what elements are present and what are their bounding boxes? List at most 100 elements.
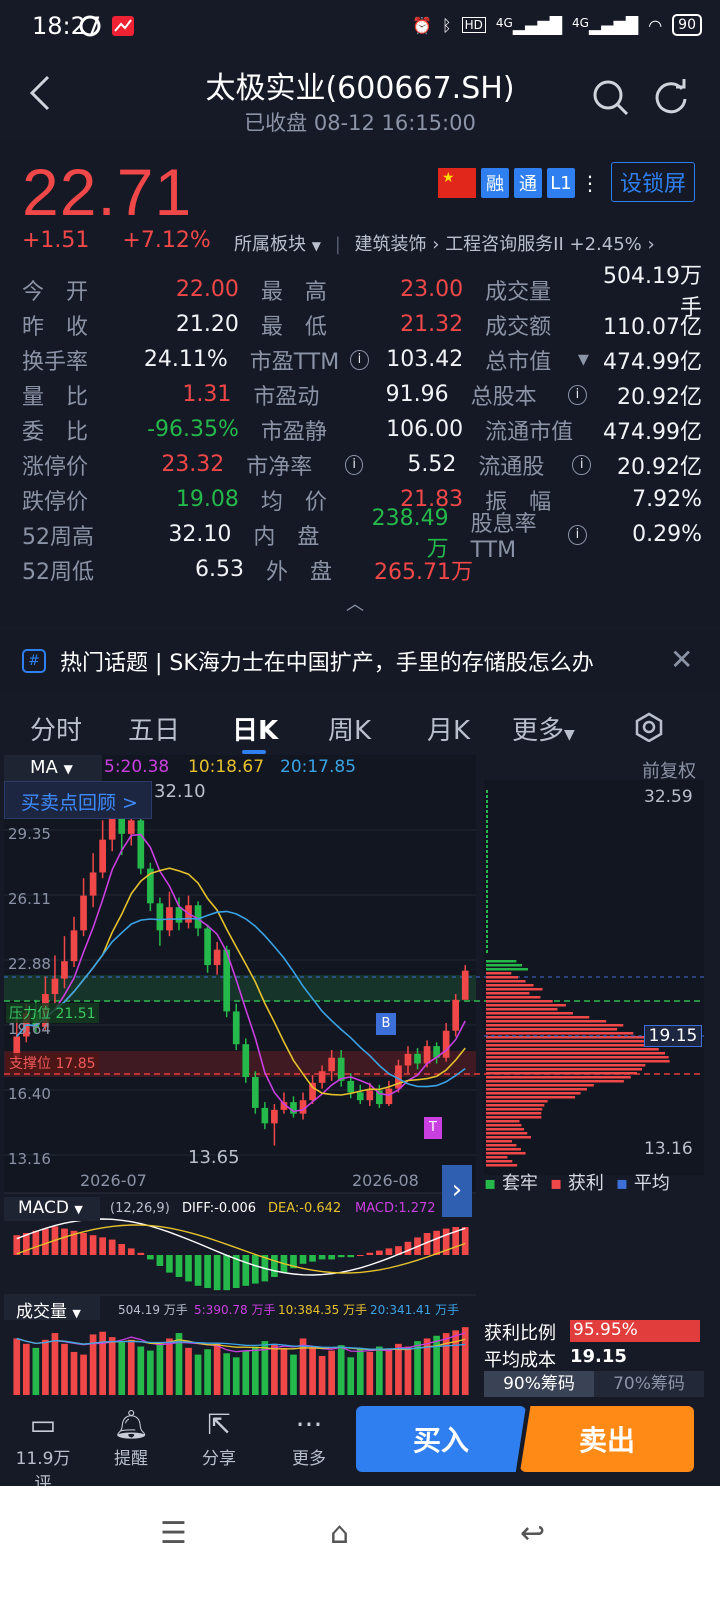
macd-selector[interactable]: MACD ▼ xyxy=(4,1197,100,1221)
xlabel-aug: 2026-08 xyxy=(352,1171,419,1190)
info-icon[interactable]: i xyxy=(567,524,587,545)
candle-body xyxy=(442,1030,450,1058)
macd-bar xyxy=(213,1255,221,1291)
chip-average-price: 19.15 xyxy=(644,1025,702,1047)
more-button[interactable]: ··· 更多 xyxy=(274,1408,344,1469)
quote-value: 24.11% xyxy=(143,347,228,372)
chip-bar xyxy=(486,1104,545,1107)
chip-90-tab[interactable]: 90%筹码 xyxy=(484,1371,594,1397)
trade-review-button[interactable]: 买卖点回顾 > xyxy=(4,781,152,819)
caret-down-icon[interactable]: ▾ xyxy=(578,347,589,372)
tab-monthly-k[interactable]: 月K xyxy=(427,710,470,747)
back-icon[interactable]: ↩ xyxy=(520,1516,545,1551)
volume-bar xyxy=(137,1346,145,1395)
chip-bar xyxy=(486,996,541,999)
sell-button[interactable]: 卖出 xyxy=(520,1406,694,1472)
chip-bar xyxy=(486,1032,634,1035)
quote-value: 103.42 xyxy=(386,347,464,372)
quote-label: 市盈动 xyxy=(253,384,320,410)
tab-five-day[interactable]: 五日 xyxy=(128,710,180,747)
macd-bar xyxy=(61,1228,68,1255)
chart-settings-button[interactable] xyxy=(634,712,664,746)
chip-bar xyxy=(486,1052,665,1055)
macd-bar xyxy=(433,1230,440,1255)
lock-screen-button[interactable]: 设锁屏 xyxy=(611,162,695,202)
hot-topic-banner[interactable]: # 热门话题 | SK海力士在中国扩产，手里的存储股怎么办 ✕ xyxy=(0,631,720,691)
legend-trapped: ▪ 套牢 xyxy=(484,1173,538,1194)
chip-bar-thin xyxy=(486,805,488,808)
collapse-up-icon[interactable]: ︿ xyxy=(346,590,364,616)
chip-bar-thin xyxy=(486,945,488,948)
quote-value: 19.08 xyxy=(175,487,239,512)
stock-header: 太极实业(600667.SH) 已收盘 08-12 16:15:00 xyxy=(0,55,720,137)
chip-70-tab[interactable]: 70%筹码 xyxy=(594,1371,704,1397)
search-icon xyxy=(593,80,629,116)
comments-button[interactable]: ▭ 11.9万评 xyxy=(8,1408,78,1494)
chip-bar-thin xyxy=(486,930,488,933)
sector-1[interactable]: 建筑装饰 xyxy=(355,234,427,255)
share-button[interactable]: ⇱ 分享 xyxy=(184,1408,254,1469)
sector-info[interactable]: 所属板块 ▼ | 建筑装饰 › 工程咨询服务II +2.45% › xyxy=(234,230,655,256)
adjust-mode[interactable]: 前复权 xyxy=(642,757,696,783)
info-icon[interactable]: i xyxy=(350,349,369,370)
more-vertical-icon[interactable]: ⋮ xyxy=(580,173,600,193)
high-price-mark: 32.10 xyxy=(154,781,206,802)
info-icon[interactable]: i xyxy=(572,454,591,475)
chip-bar xyxy=(486,1024,624,1027)
tab-more[interactable]: 更多▼ xyxy=(512,710,575,747)
chip-bar-thin xyxy=(486,865,488,868)
chip-bar-thin xyxy=(486,855,488,858)
candle-body xyxy=(99,839,106,873)
candle-body xyxy=(423,1046,431,1064)
macd-bar xyxy=(309,1255,316,1262)
wifi-icon: ◠ xyxy=(648,15,663,35)
quote-row: 涨停价 23.32 市净率 i 5.52 流通股 i 20.92亿 xyxy=(22,447,702,482)
quote-label: 昨 收 xyxy=(22,314,89,340)
volume-bar xyxy=(271,1343,278,1395)
candle-body xyxy=(232,1011,240,1045)
tab-intraday[interactable]: 分时 xyxy=(30,710,82,747)
search-button[interactable] xyxy=(592,79,630,121)
close-icon[interactable]: ✕ xyxy=(670,643,693,676)
chip-bar-thin xyxy=(486,850,488,853)
refresh-button[interactable] xyxy=(652,79,690,121)
chip-bar xyxy=(486,1092,581,1095)
buy-marker[interactable]: B xyxy=(376,1013,396,1035)
remind-button[interactable]: 🔔︎ 提醒 xyxy=(96,1408,166,1469)
expand-chart-button[interactable]: › xyxy=(442,1165,472,1217)
candle-body xyxy=(452,999,460,1031)
ma-selector[interactable]: MA ▼ xyxy=(4,755,102,781)
info-icon[interactable]: i xyxy=(567,384,587,405)
sector-2[interactable]: 工程咨询服务II +2.45% xyxy=(445,234,642,255)
tab-weekly-k[interactable]: 周K xyxy=(328,710,371,747)
chip-top-price: 32.59 xyxy=(644,787,693,807)
profit-ratio-label: 获利比例 xyxy=(484,1323,556,1344)
t-marker[interactable]: T xyxy=(424,1117,442,1139)
candle-body xyxy=(318,1071,326,1083)
chip-bar xyxy=(486,1132,528,1135)
candle-body xyxy=(347,1080,355,1093)
quote-value: 32.10 xyxy=(168,522,232,547)
candle-body xyxy=(175,907,183,923)
notification-icons xyxy=(78,14,138,43)
quote-label: 均 价 xyxy=(260,489,327,515)
resistance-label: 压力位 21.51 xyxy=(6,1003,99,1023)
chip-bar xyxy=(486,1012,573,1015)
signal-icon-2: 4G▂▄▆█ xyxy=(572,15,639,35)
info-icon[interactable]: i xyxy=(344,454,364,475)
menu-icon[interactable]: ☰ xyxy=(160,1516,187,1551)
kline-chart-area[interactable]: MA ▼ 5:20.38 10:18.67 20:17.85 前复权 买卖点回顾… xyxy=(0,755,720,1405)
candle-body xyxy=(461,970,469,1000)
sector-label: 所属板块 xyxy=(234,234,306,255)
candle-body xyxy=(309,1082,316,1101)
volume-selector[interactable]: 成交量 ▼ xyxy=(4,1296,100,1322)
home-icon[interactable]: ⌂ xyxy=(330,1516,349,1551)
chip-bar xyxy=(486,1120,520,1123)
quote-label: 外 盘 xyxy=(266,559,333,585)
chip-bar xyxy=(486,1004,566,1007)
candle-body xyxy=(70,930,78,962)
quote-label: 流通市值 xyxy=(485,419,574,445)
volume-bar xyxy=(318,1355,326,1395)
buy-button[interactable]: 买入 xyxy=(356,1406,526,1472)
tab-daily-k[interactable]: 日K xyxy=(232,710,278,747)
